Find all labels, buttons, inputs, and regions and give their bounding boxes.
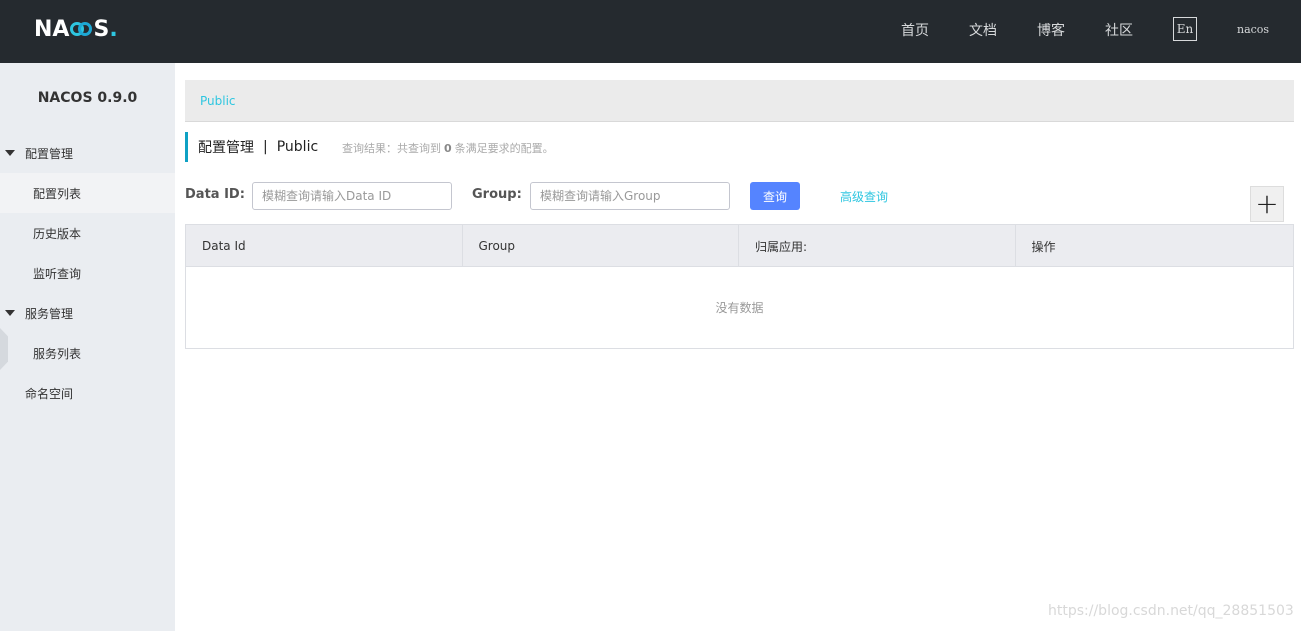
result-count: 0 <box>444 142 452 155</box>
table-header: Data Id Group 归属应用: 操作 <box>186 225 1293 267</box>
sidebar-item-listener-query[interactable]: 监听查询 <box>0 253 175 293</box>
page-title-bar: 配置管理 | Public <box>185 132 318 162</box>
data-id-label: Data ID: <box>185 187 245 202</box>
top-header: NA S . 首页 文档 博客 社区 En nacos <box>0 0 1301 63</box>
query-result-summary: 查询结果：共查询到 0 条满足要求的配置。 <box>342 140 554 156</box>
sidebar-item-history[interactable]: 历史版本 <box>0 213 175 253</box>
config-table: Data Id Group 归属应用: 操作 没有数据 <box>185 224 1294 349</box>
sidebar-group-config[interactable]: 配置管理 <box>0 133 175 173</box>
title-separator: | <box>263 139 268 155</box>
page-namespace: Public <box>276 139 319 155</box>
watermark: https://blog.csdn.net/qq_28851503 <box>1048 603 1294 619</box>
data-id-input[interactable] <box>252 182 452 210</box>
result-prefix: 查询结果：共查询到 <box>342 142 441 155</box>
sidebar-item-config-list[interactable]: 配置列表 <box>0 173 175 213</box>
advanced-query-link[interactable]: 高级查询 <box>840 188 888 205</box>
user-name[interactable]: nacos <box>1237 23 1269 36</box>
group-input[interactable] <box>530 182 730 210</box>
namespace-link-public[interactable]: Public <box>200 94 236 108</box>
sidebar: NACOS 0.9.0 配置管理 配置列表 历史版本 监听查询 服务管理 服务列… <box>0 63 175 631</box>
page-title: 配置管理 <box>198 140 254 156</box>
sidebar-group-label: 配置管理 <box>25 146 74 161</box>
column-header-actions: 操作 <box>1031 239 1056 254</box>
logo-rings-icon <box>70 20 93 38</box>
logo-dot: . <box>109 16 118 42</box>
column-header-app: 归属应用: <box>739 225 1016 267</box>
table-empty-message: 没有数据 <box>715 300 764 315</box>
nav-docs[interactable]: 文档 <box>969 20 997 40</box>
query-button[interactable]: 查询 <box>750 182 800 210</box>
column-header-group: Group <box>463 225 739 267</box>
sidebar-group-service[interactable]: 服务管理 <box>0 293 175 333</box>
nav-blog[interactable]: 博客 <box>1037 20 1065 40</box>
namespace-bar: Public <box>185 80 1294 122</box>
result-suffix: 条满足要求的配置。 <box>454 142 554 155</box>
caret-down-icon <box>5 310 15 316</box>
sidebar-title: NACOS 0.9.0 <box>37 90 138 106</box>
logo-text-start: NA <box>34 16 70 42</box>
caret-down-icon <box>5 150 15 156</box>
logo-text-end: S <box>93 16 110 42</box>
nacos-logo[interactable]: NA S . <box>34 14 118 44</box>
add-config-button[interactable]: + <box>1250 186 1284 222</box>
language-toggle-button[interactable]: En <box>1173 17 1197 41</box>
nav-home[interactable]: 首页 <box>901 20 929 40</box>
column-header-data-id: Data Id <box>186 225 463 267</box>
sidebar-group-label: 服务管理 <box>25 306 74 321</box>
nav-community[interactable]: 社区 <box>1105 20 1133 40</box>
group-label: Group: <box>472 187 522 202</box>
sidebar-item-namespace[interactable]: 命名空间 <box>0 373 175 413</box>
sidebar-item-service-list[interactable]: 服务列表 <box>0 333 175 373</box>
